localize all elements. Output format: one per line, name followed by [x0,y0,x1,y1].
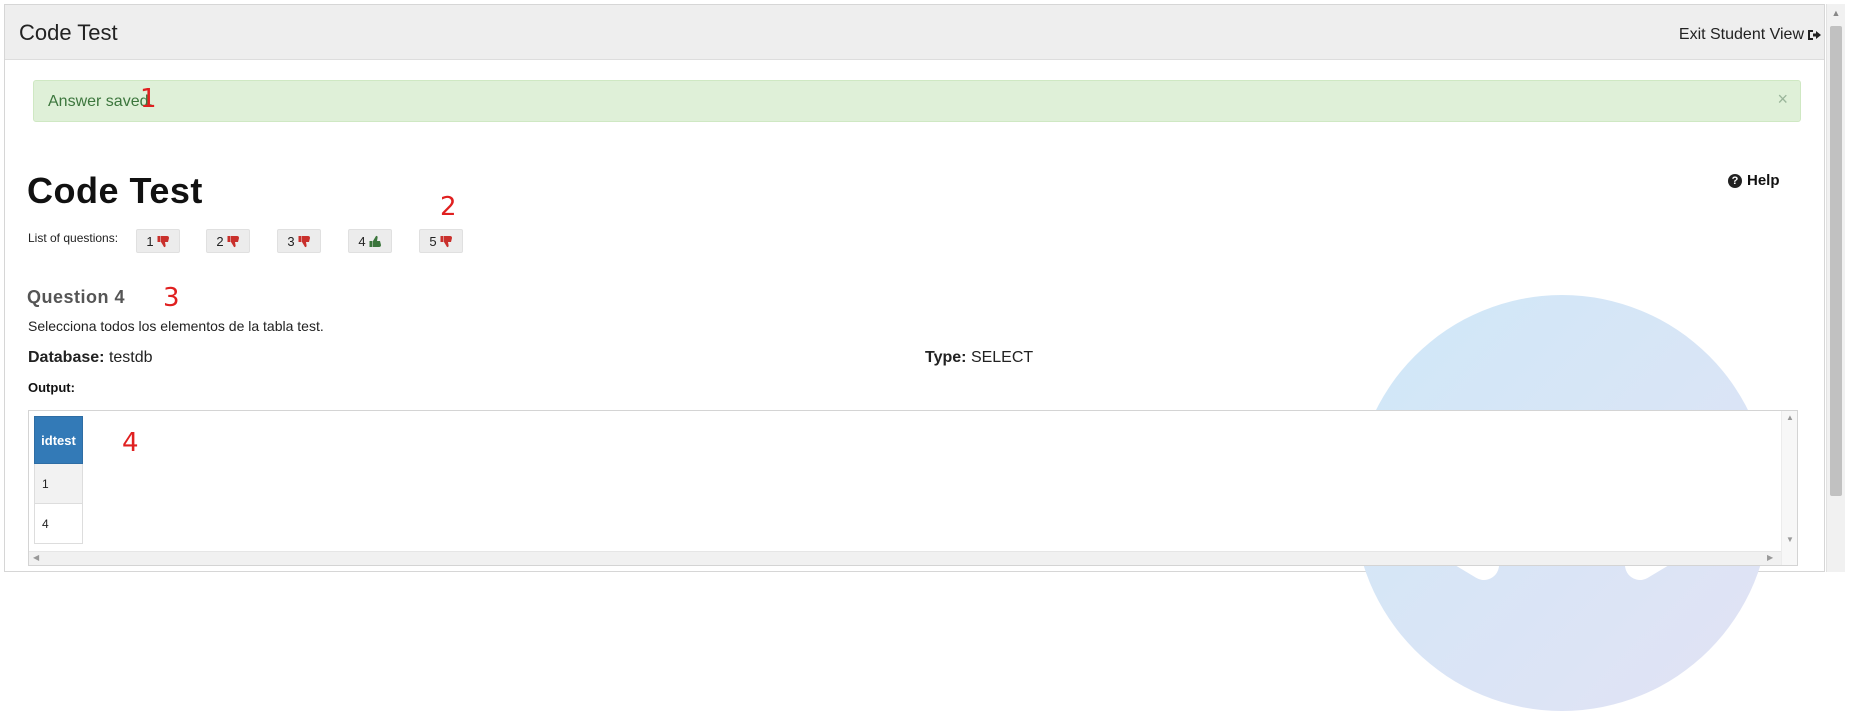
database-info: Database: testdb [28,349,153,367]
scroll-right-arrow-icon[interactable]: ▶ [1767,553,1773,562]
alert-close-button[interactable]: × [1777,89,1788,110]
page-title: Code Test [27,170,203,211]
scroll-left-arrow-icon[interactable]: ◀ [33,553,39,562]
question-number: 4 [358,233,366,249]
question-description: Selecciona todos los elementos de la tab… [28,318,324,334]
question-button-2[interactable]: 2 [206,229,250,253]
output-vertical-scrollbar[interactable]: ▲ ▼ [1781,411,1797,565]
exit-student-view-label: Exit Student View [1678,26,1804,43]
question-heading: Question 4 [27,287,126,307]
scroll-up-arrow-icon[interactable]: ▲ [1786,413,1794,422]
database-value: testdb [108,349,153,366]
help-button[interactable]: ? Help [1728,172,1780,189]
question-number: 2 [216,233,224,249]
question-button-3[interactable]: 3 [277,229,321,253]
question-number: 3 [287,233,295,249]
top-bar: Code Test Exit Student View [5,5,1824,60]
page-scrollbar[interactable]: ▲ [1826,4,1845,572]
question-list-label: List of questions: [28,231,119,245]
alert-message: Answer saved. [48,93,153,110]
question-circle-icon: ? [1728,173,1742,188]
thumbs-down-icon [298,235,311,248]
output-horizontal-scrollbar[interactable]: ◀ ▶ [29,551,1781,565]
page-scroll-thumb[interactable] [1830,26,1842,496]
type-value: SELECT [970,349,1034,366]
question-button-4[interactable]: 4 [348,229,392,253]
scroll-down-arrow-icon[interactable]: ▼ [1786,535,1794,544]
help-label: Help [1747,172,1780,189]
question-button-1[interactable]: 1 [136,229,180,253]
app-title: Code Test [19,20,118,45]
question-number: 1 [146,233,154,249]
table-cell: 4 [34,503,83,544]
annotation-4: 4 [122,428,139,458]
database-label: Database: [28,349,105,366]
table-cell: 1 [34,463,83,504]
table-row: 1 [34,463,83,504]
success-alert: Answer saved. × [33,80,1801,122]
annotation-1: 1 [140,84,157,114]
question-button-5[interactable]: 5 [419,229,463,253]
type-label: Type: [925,349,967,366]
page-scroll-up-icon[interactable]: ▲ [1831,8,1841,18]
output-panel[interactable]: idtest 1 4 ▲ ▼ ◀ ▶ [28,410,1798,566]
annotation-3: 3 [163,283,180,313]
output-table: idtest 1 4 [34,416,83,544]
question-number: 5 [429,233,437,249]
annotation-2: 2 [440,192,457,222]
type-info: Type: SELECT [925,349,1033,367]
table-header-idtest: idtest [34,416,83,464]
table-row: 4 [34,503,83,544]
output-label: Output: [28,380,75,395]
exit-student-view-button[interactable]: Exit Student View [1679,26,1822,44]
thumbs-down-icon [157,235,170,248]
thumbs-down-icon [440,235,453,248]
sign-out-icon [1806,27,1822,43]
thumbs-up-icon [369,235,382,248]
thumbs-down-icon [227,235,240,248]
